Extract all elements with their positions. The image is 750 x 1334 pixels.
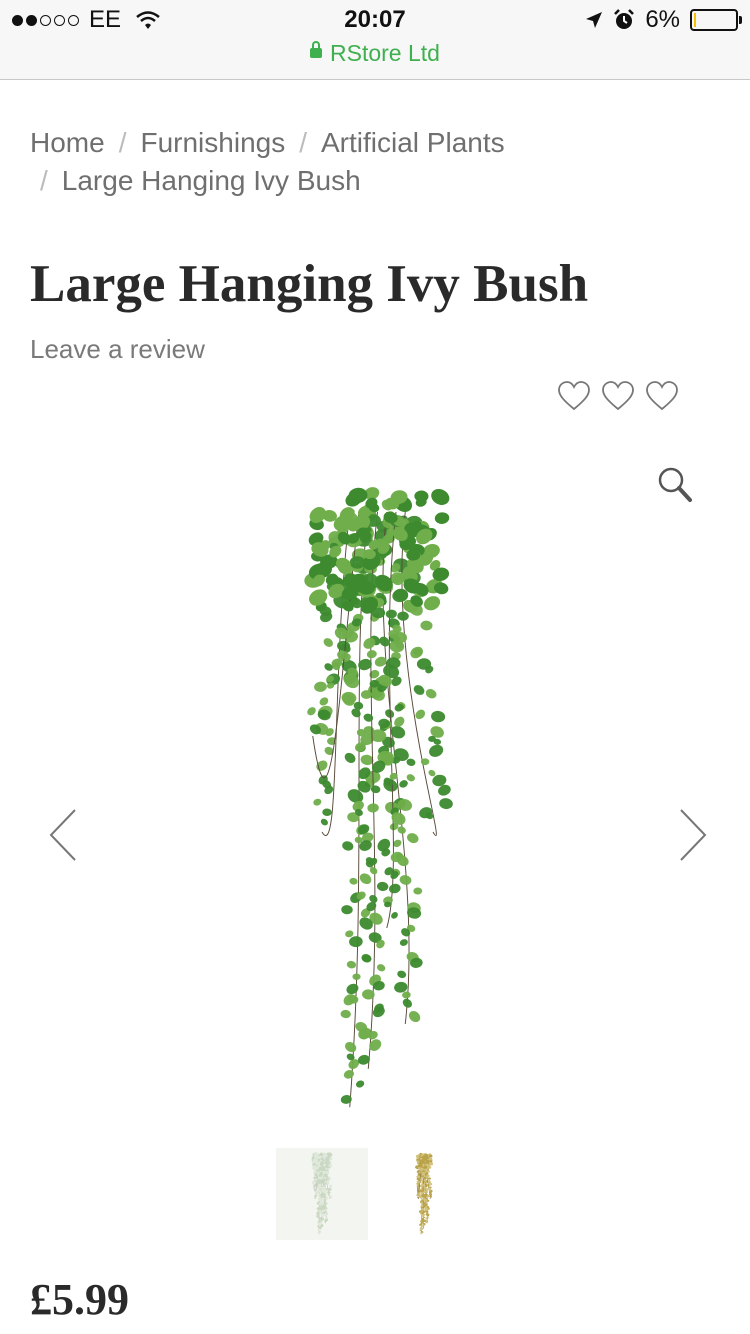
heart-icon[interactable] xyxy=(645,380,679,412)
product-price: £5.99 xyxy=(30,1275,129,1324)
leave-review-link[interactable]: Leave a review xyxy=(30,334,205,365)
rating-hearts[interactable] xyxy=(557,380,679,412)
location-arrow-icon xyxy=(586,12,603,28)
battery-level xyxy=(694,13,697,27)
heart-icon[interactable] xyxy=(557,380,591,412)
battery-icon xyxy=(690,9,742,31)
alarm-icon xyxy=(614,9,635,29)
breadcrumb: Home / Furnishings / Artificial Plants / Large… xyxy=(30,124,720,200)
status-right: 6% xyxy=(585,6,742,34)
breadcrumb-separator: / xyxy=(40,165,48,196)
thumbnail-1[interactable] xyxy=(276,1148,368,1240)
status-bar: EE 20:07 6% RStore Ltd xyxy=(0,0,750,80)
product-title: Large Hanging Ivy Bush xyxy=(30,255,589,313)
site-name: RStore Ltd xyxy=(330,40,440,66)
breadcrumb-furnishings[interactable]: Furnishings xyxy=(140,127,285,158)
battery-percent: 6% xyxy=(645,6,680,33)
chevron-left-icon[interactable] xyxy=(48,808,78,862)
thumbnail-2[interactable] xyxy=(378,1148,470,1240)
heart-icon[interactable] xyxy=(601,380,635,412)
breadcrumb-separator: / xyxy=(118,127,127,158)
thumbnail-image xyxy=(311,1151,333,1235)
chevron-right-icon[interactable] xyxy=(678,808,708,862)
thumbnail-image xyxy=(415,1152,434,1235)
zoom-icon[interactable] xyxy=(657,466,693,504)
product-image[interactable] xyxy=(285,480,470,1120)
breadcrumb-home[interactable]: Home xyxy=(30,127,105,158)
lock-icon xyxy=(310,40,323,58)
breadcrumb-current: Large Hanging Ivy Bush xyxy=(61,165,361,196)
address-bar[interactable]: RStore Ltd xyxy=(0,40,750,67)
breadcrumb-separator: / xyxy=(299,127,307,158)
breadcrumb-artificial-plants[interactable]: Artificial Plants xyxy=(321,127,505,158)
